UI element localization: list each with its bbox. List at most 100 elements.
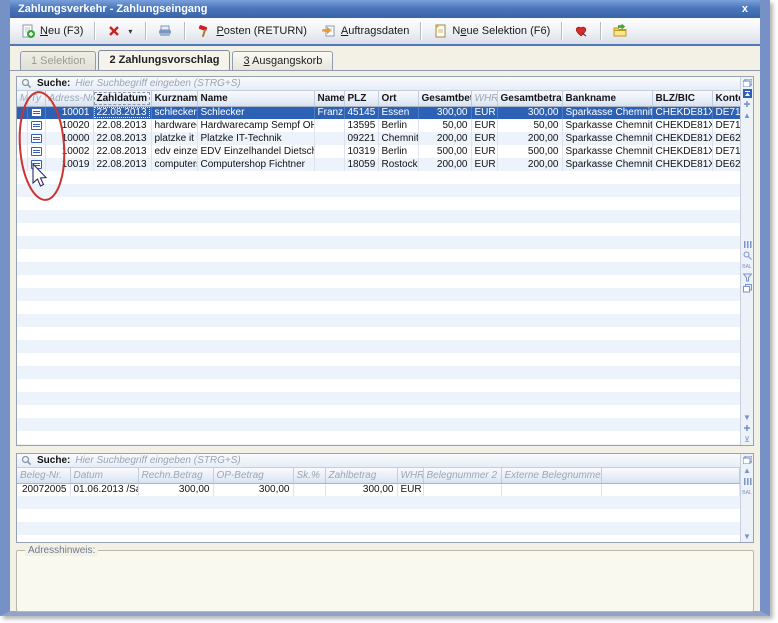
detail-grid-search[interactable]: Suche: Hier Suchbegriff eingeben (STRG+S… [17, 454, 740, 468]
address-note-content [17, 559, 753, 563]
scroll-down-icon[interactable]: ▼ [742, 412, 753, 423]
search-icon [21, 78, 32, 89]
new-page-icon [20, 23, 36, 39]
search-placeholder: Hier Suchbegriff eingeben (STRG+S) [75, 78, 240, 89]
new-selection-button[interactable]: Neue Selektion (F6) [426, 20, 556, 42]
tab-selektion[interactable]: 1 Selektion [20, 51, 96, 70]
search-label: Suche: [37, 455, 70, 466]
toolbar-separator [94, 22, 95, 40]
col-ty: Ty [27, 91, 45, 106]
col-zahlbetrag: Zahlbetrag [325, 468, 397, 483]
col-adress-nr: Adress-Nr. [45, 91, 93, 106]
col-gesamtbetrag-euro: Gesamtbetrag Euro [497, 91, 562, 106]
orders-button[interactable]: Auftragsdaten [315, 20, 416, 42]
filter-tool-icon[interactable] [742, 272, 753, 283]
toolbar-separator [600, 22, 601, 40]
tab-ausgangskorb[interactable]: 3 Ausgangskorb [232, 51, 333, 70]
address-note-label: Adresshinweis: [25, 545, 98, 556]
go-first-row-icon[interactable] [742, 88, 753, 99]
row-down-icon[interactable]: ✚ [742, 423, 753, 434]
col-name: Name [197, 91, 314, 106]
address-note-box: Adresshinweis: [16, 550, 754, 612]
delete-dropdown[interactable]: ▾ [126, 27, 134, 36]
post-button[interactable]: Posten (RETURN) [190, 20, 312, 42]
toolbar-separator [184, 22, 185, 40]
heart-icon [573, 23, 589, 39]
col-op-betrag: OP-Betrag [213, 468, 293, 483]
payment-type-icon [31, 134, 42, 143]
empty-rows-area [17, 496, 740, 542]
tab-bar: 1 Selektion 2 Zahlungsvorschlag 3 Ausgan… [10, 46, 760, 70]
main-grid-search[interactable]: Suche: Hier Suchbegriff eingeben (STRG+S… [17, 77, 740, 91]
col-name2: Name 2 [314, 91, 344, 106]
go-last-row-icon[interactable]: ⊻ [742, 434, 753, 445]
col-datum: Datum [70, 468, 138, 483]
order-data-icon [321, 23, 337, 39]
payment-type-icon [31, 121, 42, 130]
table-row[interactable]: 10020 22.08.2013 hardwareca Hardwarecamp… [17, 119, 740, 132]
col-ort: Ort [378, 91, 418, 106]
open-items-grid: Suche: Hier Suchbegriff eingeben (STRG+S… [16, 453, 754, 543]
delete-button[interactable]: ▾ [100, 20, 140, 42]
balance-tool-icon[interactable]: BAL [742, 261, 753, 272]
col-konto: Konto [712, 91, 740, 106]
col-plz: PLZ [344, 91, 378, 106]
balance-tool-icon[interactable]: BAL [742, 487, 753, 498]
duplicate-view-icon[interactable] [742, 283, 753, 294]
payment-type-icon [31, 160, 42, 169]
col-belegnummer2: Belegnummer 2 [423, 468, 501, 483]
main-grid-sidebar: ✚ ▲ BAL ▼ ✚ ⊻ [740, 77, 753, 445]
row-up-icon[interactable]: ✚ [742, 99, 753, 110]
payment-type-icon [31, 108, 42, 117]
column-layout-icon[interactable] [742, 476, 753, 487]
delete-x-icon [106, 23, 122, 39]
close-button[interactable]: x [738, 3, 752, 15]
empty-rows-area [17, 171, 740, 445]
col-blz-bic: BLZ/BIC [652, 91, 712, 106]
column-layout-icon[interactable] [742, 239, 753, 250]
detail-grid-sidebar: ▲ BAL ▼ [740, 454, 753, 542]
main-grid-table: M Ty Adress-Nr. Zahldatum Kurzname Name … [17, 91, 740, 171]
toolbar-separator [561, 22, 562, 40]
app-window: Zahlungsverkehr - Zahlungseingang x Neu … [0, 0, 770, 616]
col-m: M [17, 91, 27, 106]
toolbar-separator [420, 22, 421, 40]
tab-zahlungsvorschlag[interactable]: 2 Zahlungsvorschlag [98, 50, 230, 71]
new-button[interactable]: Neu (F3) [14, 20, 89, 42]
print-button[interactable] [151, 20, 179, 42]
table-row[interactable]: 10019 22.08.2013 computersh Computershop… [17, 158, 740, 171]
hammer-icon [196, 23, 212, 39]
scroll-down-icon[interactable]: ▼ [742, 531, 753, 542]
detail-grid-table: Beleg-Nr. Datum Rechn.Betrag OP-Betrag S… [17, 468, 740, 496]
col-externe-belegnummer: Externe Belegnummer [501, 468, 601, 483]
scroll-up-icon[interactable]: ▲ [742, 465, 753, 476]
content-panel: Suche: Hier Suchbegriff eingeben (STRG+S… [10, 70, 760, 611]
favorites-button[interactable] [567, 20, 595, 42]
payment-type-icon [31, 147, 42, 156]
detail-grid-header-row[interactable]: Beleg-Nr. Datum Rechn.Betrag OP-Betrag S… [17, 468, 740, 483]
scroll-up-icon[interactable]: ▲ [742, 110, 753, 121]
col-kurzname: Kurzname [151, 91, 197, 106]
col-gesamtbetrag: Gesamtbetrag [418, 91, 471, 106]
table-row[interactable]: 10002 22.08.2013 edv einzel EDV Einzelha… [17, 145, 740, 158]
titlebar[interactable]: Zahlungsverkehr - Zahlungseingang x [10, 0, 760, 18]
search-placeholder: Hier Suchbegriff eingeben (STRG+S) [75, 455, 240, 466]
grid-columns-popup-icon[interactable] [742, 77, 753, 88]
grid-columns-popup-icon[interactable] [742, 454, 753, 465]
col-whr: WHR [397, 468, 423, 483]
col-rechn-betrag: Rechn.Betrag [138, 468, 213, 483]
table-row[interactable]: 20072005 01.06.2013 /Sa 300,00 300,00 30… [17, 483, 740, 496]
search-tool-icon[interactable] [742, 250, 753, 261]
col-sk: Sk.% [293, 468, 325, 483]
payment-proposal-grid: Suche: Hier Suchbegriff eingeben (STRG+S… [16, 76, 754, 446]
table-row[interactable]: 10000 22.08.2013 platzke it Platzke IT-T… [17, 132, 740, 145]
main-grid-header-row[interactable]: M Ty Adress-Nr. Zahldatum Kurzname Name … [17, 91, 740, 106]
toolbar: Neu (F3) ▾ Posten (RETURN) Auftrags [10, 18, 760, 46]
search-icon [21, 455, 32, 466]
outbox-folder-button[interactable] [606, 20, 634, 42]
toolbar-separator [145, 22, 146, 40]
col-whr: WHR [471, 91, 497, 106]
col-beleg-nr: Beleg-Nr. [17, 468, 70, 483]
window-title: Zahlungsverkehr - Zahlungseingang [18, 3, 738, 15]
table-row[interactable]: 10001 22.08.2013 schlecker Schlecker Fra… [17, 106, 740, 119]
